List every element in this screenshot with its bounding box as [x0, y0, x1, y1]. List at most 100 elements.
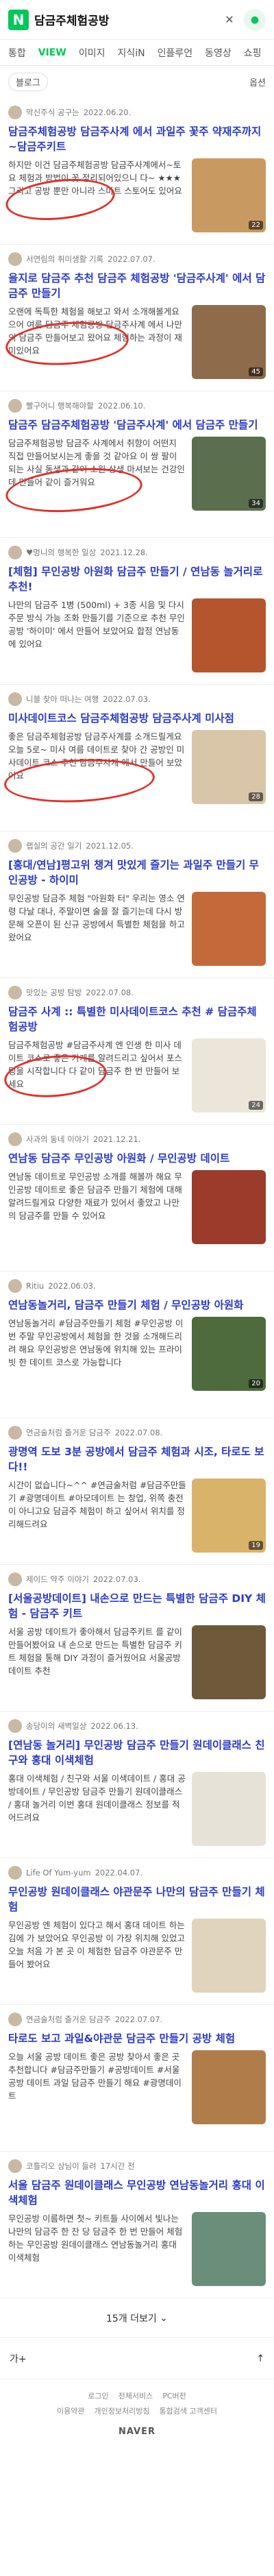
result-snippet[interactable]: 시간이 없습니다~^^ #연금술처럼 #담금주만들기 #광명데이트 #아모데이트… [8, 1479, 186, 1544]
footer-link[interactable]: 이용약관 [57, 2404, 84, 2419]
result-title[interactable]: 광명역 도보 3분 공방에서 담금주 체험과 시조, 타로도 보다!! [8, 1444, 266, 1474]
author-name[interactable]: Ritiu [26, 1281, 44, 1291]
search-query[interactable]: 담금주체험공방 [34, 11, 215, 28]
author-avatar[interactable] [8, 839, 22, 853]
result-snippet[interactable]: 담금주체험공방 #담금주사계 엔 인생 한 미사 데이트 코스로 좋은 가게를 … [8, 1038, 186, 1104]
result-snippet[interactable]: 오늘 서울 공방 데이트 좋은 공방 찾아서 좋은 곳 추천합니다 #담금주만들… [8, 2050, 186, 2115]
result-thumbnail[interactable] [192, 1919, 266, 1993]
author-avatar[interactable] [8, 1426, 22, 1439]
result-snippet[interactable]: 무인공방 이름하면 첫~ 키트들 사이에서 빛나는 나만의 담금주 한 잔 당 … [8, 2212, 186, 2277]
footer-link[interactable]: 개인정보처리방침 [95, 2404, 150, 2419]
result-title[interactable]: 무인공방 원데이클래스 야관문주 나만의 담금주 만들기 체험 [8, 1884, 266, 1915]
result-snippet[interactable]: 무인공방 담금주 체험 "아원화 터" 우리는 영소 연령 다날 대나, 주말이… [8, 892, 186, 957]
author-name[interactable]: 송당이의 새벽일상 [26, 1721, 86, 1731]
author-avatar[interactable] [8, 106, 22, 119]
post-date: 2021.12.05. [86, 841, 134, 851]
author-name[interactable]: 막신주식 공구는 [26, 107, 79, 118]
result-thumbnail[interactable]: 24 [192, 1038, 266, 1113]
author-name[interactable]: 연금술처럼 즐거운 담금주 [26, 1427, 111, 1438]
author-name[interactable]: 빨구어니 행복해야할 [26, 400, 94, 411]
result-thumbnail[interactable] [192, 598, 266, 672]
result-title[interactable]: [서울공방데이트] 내손으로 만드는 특별한 담금주 DIY 체험 - 담금주 … [8, 1591, 266, 1621]
result-title[interactable]: [연남동 놀거리] 무인공방 담금주 만들기 원데이클래스 친구와 홍대 이색체… [8, 1738, 266, 1768]
author-avatar[interactable] [8, 986, 22, 999]
image-count-badge: 22 [249, 221, 263, 230]
author-avatar[interactable] [8, 1719, 22, 1733]
tab-4[interactable]: 인플루언 [158, 46, 193, 60]
result-snippet[interactable]: 연남동놀거리 #담금주만들기 체험 #무인공방 이번 주말 무인공방에서 체험을… [8, 1317, 186, 1382]
author-name[interactable]: 연금술처럼 즐거운 담금주 [26, 2014, 111, 2025]
tab-0[interactable]: 통합 [8, 46, 26, 60]
text-size-button[interactable]: 가+ [10, 2352, 27, 2366]
tab-3[interactable]: 지식iN [117, 46, 145, 60]
author-name[interactable]: 랩실의 공간 일기 [26, 840, 82, 851]
result-snippet[interactable]: 무인공방 엔 체험이 있다고 해서 홍대 데이트 하는 김에 가 보았어요 무인… [8, 1919, 186, 1984]
naver-logo[interactable]: N [8, 9, 29, 30]
footer-link[interactable]: 전체서비스 [119, 2389, 153, 2404]
author-avatar[interactable] [8, 546, 22, 559]
result-thumbnail[interactable] [192, 1625, 266, 1699]
result-thumbnail[interactable]: 28 [192, 730, 266, 804]
tab-5[interactable]: 동영상 [205, 46, 232, 60]
tab-1[interactable]: VIEW [38, 47, 66, 58]
result-snippet[interactable]: 서울 공방 데이트가 좋아해서 담금주키트 를 같이 만들어봤어요 내 손으로 … [8, 1625, 186, 1690]
author-name[interactable]: ♥멍니의 행복한 일상 [26, 547, 96, 558]
result-body: 연남동놀거리 #담금주만들기 체험 #무인공방 이번 주말 무인공방에서 체험을… [8, 1317, 266, 1391]
more-results-button[interactable]: 15개 더보기 ⌄ [0, 2298, 274, 2338]
result-snippet[interactable]: 오랜에 독특한 체험을 해보고 와서 소개해볼게요 으어 여름 담금주 체험공방… [8, 305, 186, 370]
option-filter[interactable]: 옵션 [249, 75, 266, 88]
result-title[interactable]: 연남동 담금주 무인공방 아원화 / 무인공방 데이트 [8, 1151, 266, 1166]
result-title[interactable]: 연남동놀거리, 담금주 만들기 체험 / 무인공방 아원화 [8, 1298, 266, 1313]
author-avatar[interactable] [8, 2013, 22, 2026]
result-title[interactable]: 담금주 사계 :: 특별한 미사데이트코스 추천 # 담금주체험공방 [8, 1004, 266, 1034]
sort-filter[interactable]: 블로그 [8, 73, 48, 91]
mic-icon[interactable]: ● [244, 8, 266, 31]
result-title[interactable]: 담금주체험공방 담금주사계 에서 과일주 꽃주 약재주까지~담금주키트 [8, 124, 266, 154]
result-thumbnail[interactable] [192, 2050, 266, 2124]
tab-2[interactable]: 이미지 [79, 46, 105, 60]
author-avatar[interactable] [8, 1279, 22, 1293]
footer-link[interactable]: 로그인 [88, 2389, 108, 2404]
result-title[interactable]: [체험] 무인공방 아원화 담금주 만들기 / 연남동 놀거리로 추천! [8, 564, 266, 594]
result-title[interactable]: [홍대/연남]평고위 챙겨 맛있게 즐기는 과일주 만들기 무인공방 - 하이미 [8, 858, 266, 888]
author-name[interactable]: Life Of Yum-yum [26, 1868, 91, 1878]
result-thumbnail[interactable]: 19 [192, 1479, 266, 1553]
author-avatar[interactable] [8, 1866, 22, 1880]
result-thumbnail[interactable]: 22 [192, 158, 266, 232]
result-thumbnail[interactable]: 20 [192, 1317, 266, 1391]
footer-link[interactable]: PC버전 [162, 2389, 186, 2404]
result-snippet[interactable]: 나만의 담금주 1병 (500ml) + 3종 시음 및 다시 주문 방식 가능… [8, 598, 186, 664]
author-name[interactable]: 맛있는 공방 탐방 [26, 987, 82, 998]
result-title[interactable]: 을지로 담금주 추천 담금주 체험공방 '담금주사계' 에서 담금주 만들기 [8, 271, 266, 301]
author-avatar[interactable] [8, 1132, 22, 1146]
author-avatar[interactable] [8, 1572, 22, 1586]
result-thumbnail[interactable] [192, 2212, 266, 2286]
footer-link[interactable]: 통합검색 고객센터 [159, 2404, 216, 2419]
author-name[interactable]: 서연림의 취미생활 기록 [26, 254, 103, 265]
result-snippet[interactable]: 담금주체험공방 담금주 사계에서 취향이 어떤지 직접 만들어보시는게 좋을 것… [8, 437, 186, 502]
result-thumbnail[interactable] [192, 1170, 266, 1244]
scroll-top-button[interactable]: ↑ [256, 2353, 264, 2364]
result-thumbnail[interactable] [192, 892, 266, 966]
result-title[interactable]: 서울 담금주 원데이클래스 무인공방 연남동놀거리 홍대 이색체험 [8, 2178, 266, 2208]
author-avatar[interactable] [8, 399, 22, 413]
result-title[interactable]: 담금주 담금주체험공방 '담금주사계' 에서 담금주 만들기 [8, 417, 266, 433]
author-avatar[interactable] [8, 252, 22, 266]
result-thumbnail[interactable] [192, 1772, 266, 1846]
result-snippet[interactable]: 연남동 데이트로 무인공방 소개를 해볼까 해요 무인공방 데이트로 좋은 담금… [8, 1170, 186, 1235]
result-title[interactable]: 타로도 보고 과일&야관문 담금주 만들기 공방 체험 [8, 2031, 266, 2046]
clear-icon[interactable]: ✕ [221, 11, 238, 29]
result-thumbnail[interactable]: 34 [192, 437, 266, 511]
tab-6[interactable]: 쇼핑 [244, 46, 262, 60]
author-avatar[interactable] [8, 692, 22, 706]
author-name[interactable]: 코틀리오 상님이 들려 [26, 2161, 97, 2172]
result-snippet[interactable]: 홍대 이색체험 / 친구와 서울 이색데이트 / 홍대 공방데이트 / 무인공방… [8, 1772, 186, 1837]
result-snippet[interactable]: 하지만 이건 담금주체험공방 담금주사계에서~토요 체험과 방법이 꽃 정리되어… [8, 158, 186, 223]
author-name[interactable]: 제이드 약주 이야기 [26, 1574, 89, 1585]
author-avatar[interactable] [8, 2159, 22, 2173]
result-title[interactable]: 미사데이트코스 담금주체험공방 담금주사계 미사점 [8, 711, 266, 726]
result-snippet[interactable]: 좋은 담금주체험공방 담금주사계를 소개드릴게요 오늘 5로~ 미사 여름 데이… [8, 730, 186, 795]
result-thumbnail[interactable]: 45 [192, 305, 266, 379]
author-name[interactable]: 사과의 동네 이야기 [26, 1134, 89, 1145]
author-name[interactable]: 니블 찾아 떠나는 여행 [26, 694, 99, 705]
